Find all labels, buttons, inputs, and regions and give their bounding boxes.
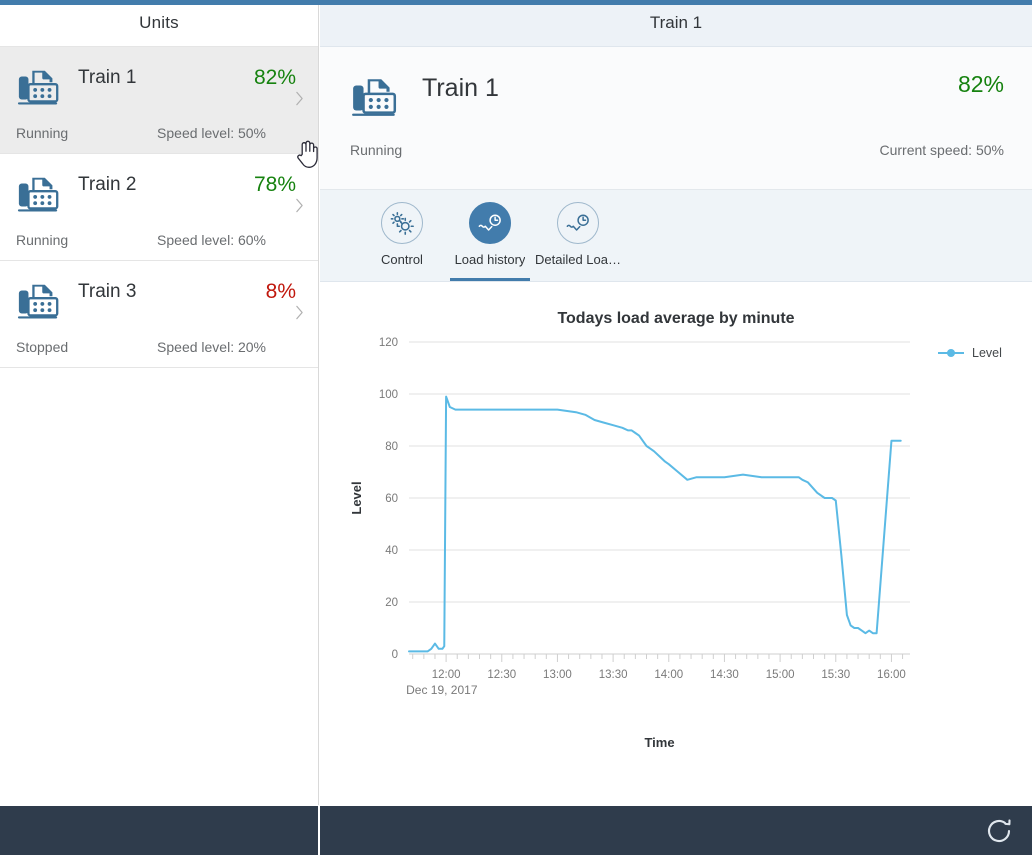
unit-status: Running <box>16 232 69 248</box>
units-header: Units <box>0 0 318 47</box>
top-accent-bar <box>0 0 1032 5</box>
tab-label: Detailed Loa… <box>535 252 621 267</box>
icon-tab-bar: Control Load history Detailed Loa… <box>320 190 1032 282</box>
y-axis-tick-label: 40 <box>385 545 398 557</box>
x-axis-title: Time <box>644 735 674 750</box>
units-list: Train 1 82% Running Speed level: 50% Train 2… <box>0 47 318 368</box>
unit-status: Running <box>16 125 69 141</box>
tab-label: Control <box>381 252 423 267</box>
object-current-speed: Current speed: 50% <box>879 142 1004 158</box>
y-axis-tick-label: 60 <box>385 493 398 505</box>
unit-percent: 82% <box>253 66 296 89</box>
x-axis-tick-label: 14:00 <box>654 669 683 681</box>
gears-icon <box>381 202 423 244</box>
unit-list-item[interactable]: Train 2 78% Running Speed level: 60% <box>0 154 318 261</box>
unit-list-item[interactable]: Train 3 8% Stopped Speed level: 20% <box>0 261 318 368</box>
unit-list-item[interactable]: Train 1 82% Running Speed level: 50% <box>0 47 318 154</box>
unit-name: Train 3 <box>78 281 137 302</box>
unit-speed-level: Speed level: 50% <box>157 125 266 141</box>
line-chart-clock-icon <box>469 202 511 244</box>
fax-machine-icon <box>16 172 62 218</box>
app-root: Units Train 1 82% Running Speed level: 50% T… <box>0 0 1032 855</box>
detail-header: Train 1 <box>320 0 1032 47</box>
object-status: Running <box>350 142 403 158</box>
chart-canvas: 0 20 40 60 80 100 120 12:00 12:30 13:00 13:30 14:00… <box>320 282 1032 806</box>
refresh-icon[interactable] <box>984 816 1014 846</box>
y-axis-tick-label: 20 <box>385 597 398 609</box>
object-title: Train 1 <box>422 74 499 102</box>
line-chart-clock-icon <box>557 202 599 244</box>
unit-name: Train 1 <box>78 67 137 88</box>
unit-percent: 8% <box>265 280 296 303</box>
tab-detailed-loa[interactable]: Detailed Loa… <box>534 190 622 281</box>
load-history-chart: Todays load average by minute 0 20 40 60 80 1… <box>320 282 1032 801</box>
y-axis-tick-label: 100 <box>379 389 398 401</box>
chart-legend-label: Level <box>972 346 1002 360</box>
x-axis-tick-label: 12:00 <box>432 669 461 681</box>
unit-speed-level: Speed level: 20% <box>157 339 266 355</box>
y-axis-tick-label: 120 <box>379 337 398 349</box>
y-axis-tick-label: 0 <box>392 649 398 661</box>
object-header: Train 1 82% Running Current speed: 50% <box>320 47 1032 190</box>
x-axis-tick-label: 12:30 <box>487 669 516 681</box>
x-axis-tick-label: 16:00 <box>877 669 906 681</box>
x-axis-tick-label: 13:00 <box>543 669 572 681</box>
x-axis-tick-label: 15:00 <box>766 669 795 681</box>
unit-status: Stopped <box>16 339 69 355</box>
fax-machine-icon <box>350 73 400 123</box>
footer-right-bar <box>320 806 1032 855</box>
unit-percent: 78% <box>253 173 296 196</box>
detail-panel: Train 1 Train 1 82% Running Current spee… <box>320 0 1032 805</box>
tab-control[interactable]: Control <box>358 190 446 281</box>
chevron-right-icon[interactable] <box>295 91 304 109</box>
detail-header-title: Train 1 <box>649 13 703 32</box>
footer-left-bar <box>0 806 319 855</box>
x-axis-date-label: Dec 19, 2017 <box>406 683 478 697</box>
chart-series-line <box>408 395 902 653</box>
unit-name: Train 2 <box>78 174 137 195</box>
chart-legend[interactable]: Level <box>938 346 1002 360</box>
y-axis-title: Level <box>349 481 364 514</box>
tab-load-history[interactable]: Load history <box>446 190 534 281</box>
chevron-right-icon[interactable] <box>295 198 304 216</box>
chevron-right-icon[interactable] <box>295 305 304 323</box>
units-header-title: Units <box>139 13 179 32</box>
x-axis-tick-label: 14:30 <box>710 669 739 681</box>
y-axis-tick-label: 80 <box>385 441 398 453</box>
object-percent: 82% <box>957 71 1004 97</box>
unit-speed-level: Speed level: 60% <box>157 232 266 248</box>
x-axis-tick-label: 15:30 <box>821 669 850 681</box>
fax-machine-icon <box>16 65 62 111</box>
tab-label: Load history <box>454 252 526 267</box>
units-master-panel: Units Train 1 82% Running Speed level: 50% T… <box>0 0 319 805</box>
fax-machine-icon <box>16 279 62 325</box>
x-axis-tick-label: 13:30 <box>599 669 628 681</box>
